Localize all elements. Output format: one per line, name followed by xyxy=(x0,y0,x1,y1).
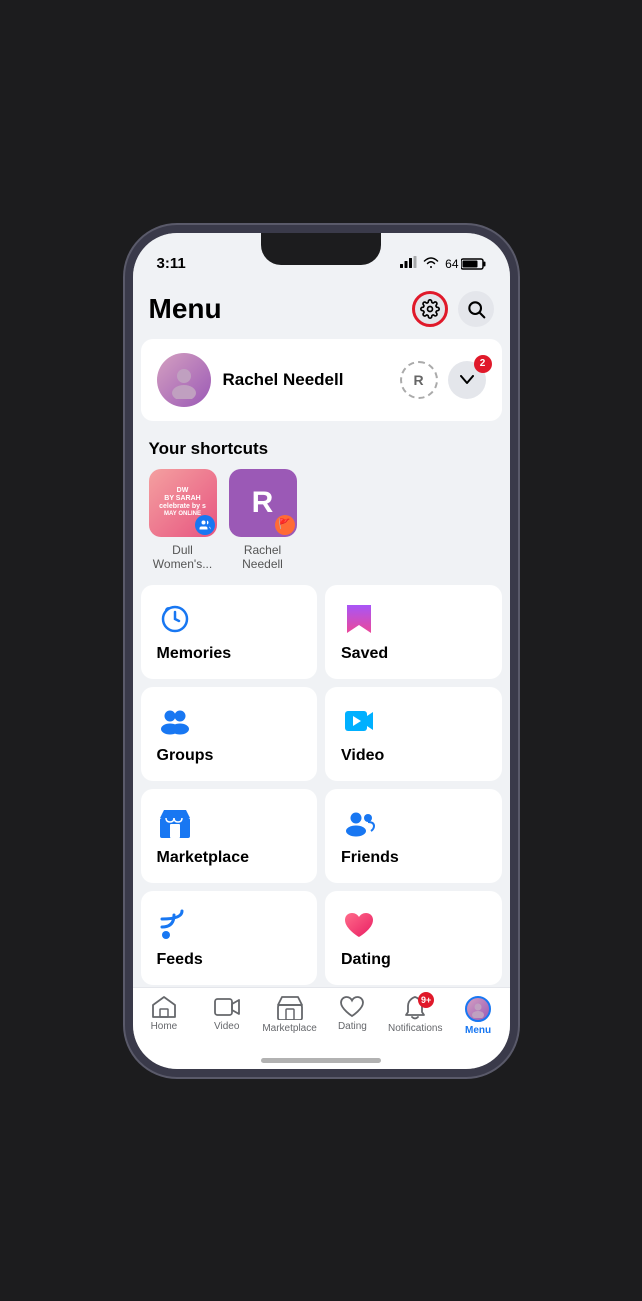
nav-item-marketplace[interactable]: Marketplace xyxy=(258,996,321,1034)
shortcut-r[interactable]: R 🚩 Rachel Needell xyxy=(229,469,297,572)
nav-notifications-wrap: 9+ xyxy=(404,996,426,1020)
nav-home-wrap xyxy=(152,996,176,1018)
nav-label-video: Video xyxy=(214,1021,239,1032)
nav-label-home: Home xyxy=(151,1021,178,1032)
marketplace-icon xyxy=(157,805,193,841)
nav-item-home[interactable]: Home xyxy=(133,996,196,1032)
story-initial: R xyxy=(413,372,423,388)
nav-item-dating[interactable]: Dating xyxy=(321,996,384,1032)
story-button[interactable]: R xyxy=(400,361,438,399)
shortcuts-row: DWBY SARAHcelebrate by sMAY ONLINE Dull … xyxy=(149,469,494,572)
nav-item-notifications[interactable]: 9+ Notifications xyxy=(384,996,447,1034)
dating-icon xyxy=(341,907,377,943)
nav-item-video[interactable]: Video xyxy=(195,996,258,1032)
menu-item-groups[interactable]: Groups xyxy=(141,687,318,781)
shortcuts-title: Your shortcuts xyxy=(149,439,494,459)
menu-label-friends: Friends xyxy=(341,849,486,867)
dropdown-button[interactable]: 2 xyxy=(448,361,486,399)
menu-item-feeds[interactable]: Feeds xyxy=(141,891,318,985)
profile-right: R 2 xyxy=(400,361,486,399)
dating-nav-icon xyxy=(340,996,364,1018)
menu-label-feeds: Feeds xyxy=(157,951,302,969)
shortcut-dw-thumb: DWBY SARAHcelebrate by sMAY ONLINE xyxy=(149,469,217,537)
signal-icon xyxy=(400,256,417,271)
search-button[interactable] xyxy=(458,291,494,327)
menu-item-dating[interactable]: Dating xyxy=(325,891,502,985)
video-icon xyxy=(341,703,377,739)
menu-label-dating: Dating xyxy=(341,951,486,969)
profile-card[interactable]: Rachel Needell R 2 xyxy=(141,339,502,421)
shortcut-dw-overlay xyxy=(195,515,215,535)
nav-dating-wrap xyxy=(340,996,364,1018)
menu-label-groups: Groups xyxy=(157,747,302,765)
video-nav-icon xyxy=(214,996,240,1018)
main-scroll: Menu xyxy=(133,283,510,987)
phone-frame: 3:11 64 Menu xyxy=(125,225,518,1077)
shortcut-r-overlay: 🚩 xyxy=(275,515,295,535)
nav-label-marketplace: Marketplace xyxy=(262,1023,316,1034)
menu-item-video[interactable]: Video xyxy=(325,687,502,781)
home-indicator xyxy=(261,1058,381,1063)
shortcuts-section: Your shortcuts DWBY SARAHcelebrate by sM… xyxy=(133,429,510,578)
status-bar: 3:11 64 xyxy=(133,233,510,283)
badge-count: 2 xyxy=(474,355,492,373)
avatar xyxy=(157,353,211,407)
nav-menu-wrap xyxy=(465,996,491,1022)
memories-icon xyxy=(157,601,193,637)
notch xyxy=(261,233,381,265)
battery-level: 64 xyxy=(445,257,458,271)
settings-button[interactable] xyxy=(412,291,448,327)
shortcut-dw[interactable]: DWBY SARAHcelebrate by sMAY ONLINE Dull … xyxy=(149,469,217,572)
home-icon xyxy=(152,996,176,1018)
groups-icon xyxy=(157,703,193,739)
menu-grid: Memories Saved xyxy=(133,577,510,986)
menu-item-saved[interactable]: Saved xyxy=(325,585,502,679)
notifications-badge: 9+ xyxy=(418,992,434,1008)
bottom-nav: Home Video Marketplace xyxy=(133,987,510,1069)
nav-label-notifications: Notifications xyxy=(388,1023,442,1034)
nav-marketplace-wrap xyxy=(277,996,303,1020)
header-actions xyxy=(412,291,494,327)
page-title: Menu xyxy=(149,293,222,325)
menu-label-memories: Memories xyxy=(157,645,302,663)
nav-label-dating: Dating xyxy=(338,1021,367,1032)
menu-label-video: Video xyxy=(341,747,486,765)
friends-icon xyxy=(341,805,377,841)
page-header: Menu xyxy=(133,283,510,339)
shortcut-r-label: Rachel Needell xyxy=(229,543,297,572)
battery-icon: 64 xyxy=(445,257,485,271)
saved-icon xyxy=(341,601,377,637)
profile-name: Rachel Needell xyxy=(223,370,344,390)
menu-label-saved: Saved xyxy=(341,645,486,663)
wifi-icon xyxy=(423,256,439,271)
feeds-icon xyxy=(157,907,193,943)
status-icons: 64 xyxy=(400,256,485,271)
menu-item-marketplace[interactable]: Marketplace xyxy=(141,789,318,883)
nav-menu-avatar xyxy=(465,996,491,1022)
menu-item-friends[interactable]: Friends xyxy=(325,789,502,883)
marketplace-nav-icon xyxy=(277,996,303,1020)
nav-label-menu: Menu xyxy=(465,1025,491,1036)
shortcut-r-thumb: R 🚩 xyxy=(229,469,297,537)
nav-video-wrap xyxy=(214,996,240,1018)
menu-item-memories[interactable]: Memories xyxy=(141,585,318,679)
profile-left: Rachel Needell xyxy=(157,353,344,407)
nav-item-menu[interactable]: Menu xyxy=(447,996,510,1036)
status-time: 3:11 xyxy=(157,255,186,272)
menu-label-marketplace: Marketplace xyxy=(157,849,302,867)
shortcut-dw-label: Dull Women's... xyxy=(149,543,217,572)
